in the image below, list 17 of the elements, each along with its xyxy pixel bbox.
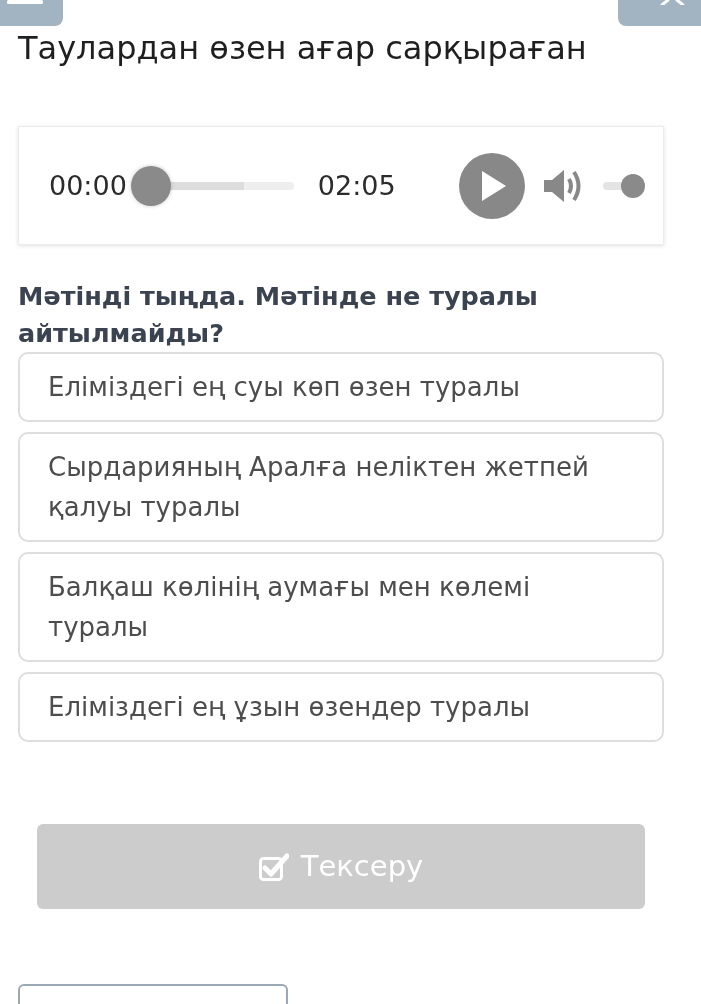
seek-thumb[interactable] — [130, 165, 171, 206]
answer-option[interactable]: Сырдарияның Аралға неліктен жетпей қалуы туралы — [18, 432, 664, 542]
page-title: Таулардан өзен ағар сарқыраған — [18, 28, 588, 69]
current-time: 00:00 — [49, 168, 127, 203]
duration-time: 02:05 — [317, 168, 396, 203]
answer-option[interactable]: Еліміздегі ең ұзын өзендер туралы — [18, 672, 664, 742]
answer-option[interactable]: Еліміздегі ең суы көп өзен туралы — [18, 352, 664, 422]
checked-box-icon — [258, 852, 289, 881]
close-button[interactable] — [618, 0, 701, 26]
question-text: Мәтінді тыңда. Мәтінде не туралы айтылмайды? — [18, 280, 539, 350]
play-icon — [482, 170, 507, 201]
volume-thumb[interactable] — [620, 173, 645, 198]
answer-option[interactable]: Балқаш көлінің аумағы мен көлемі туралы — [18, 552, 664, 662]
close-icon — [659, 0, 686, 5]
menu-button[interactable] — [0, 0, 63, 26]
outlined-button[interactable] — [18, 984, 288, 1004]
menu-icon — [7, 0, 43, 4]
